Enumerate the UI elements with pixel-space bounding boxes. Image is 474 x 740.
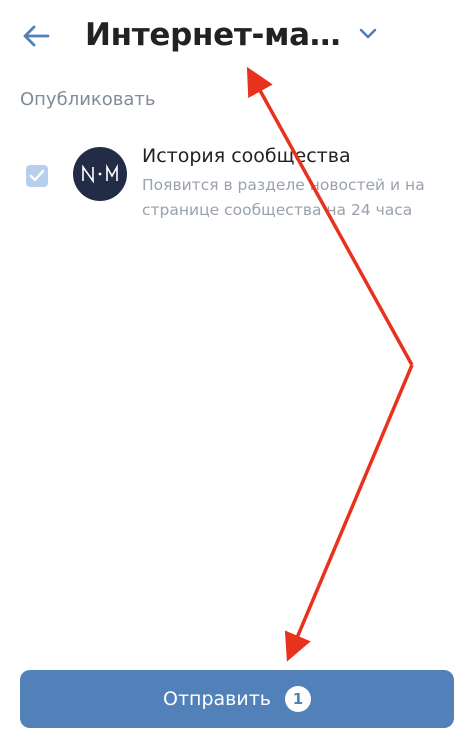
chevron-down-icon [359,28,377,39]
avatar [73,147,127,201]
header: Интернет-маркетинг [0,0,474,68]
send-button-label: Отправить [163,688,271,710]
checkbox[interactable] [26,165,48,187]
annotation-arrow-down [284,364,414,662]
community-dropdown-button[interactable] [354,20,382,48]
back-button[interactable] [18,18,54,54]
share-screen: Интернет-маркетинг Опубликовать История … [0,0,474,740]
send-count-badge: 1 [284,686,311,712]
page-title: Интернет-маркетинг [85,17,347,53]
checkmark-icon [29,169,45,182]
send-button[interactable]: Отправить 1 [20,670,454,728]
section-label: Опубликовать [20,89,156,110]
community-logo-icon [82,164,118,184]
option-title: История сообщества [142,145,351,167]
option-community-story[interactable]: История сообщества Появится в разделе но… [0,135,474,227]
option-description: Появится в разделе новостей и на страниц… [142,176,425,219]
arrow-left-icon [23,25,50,47]
